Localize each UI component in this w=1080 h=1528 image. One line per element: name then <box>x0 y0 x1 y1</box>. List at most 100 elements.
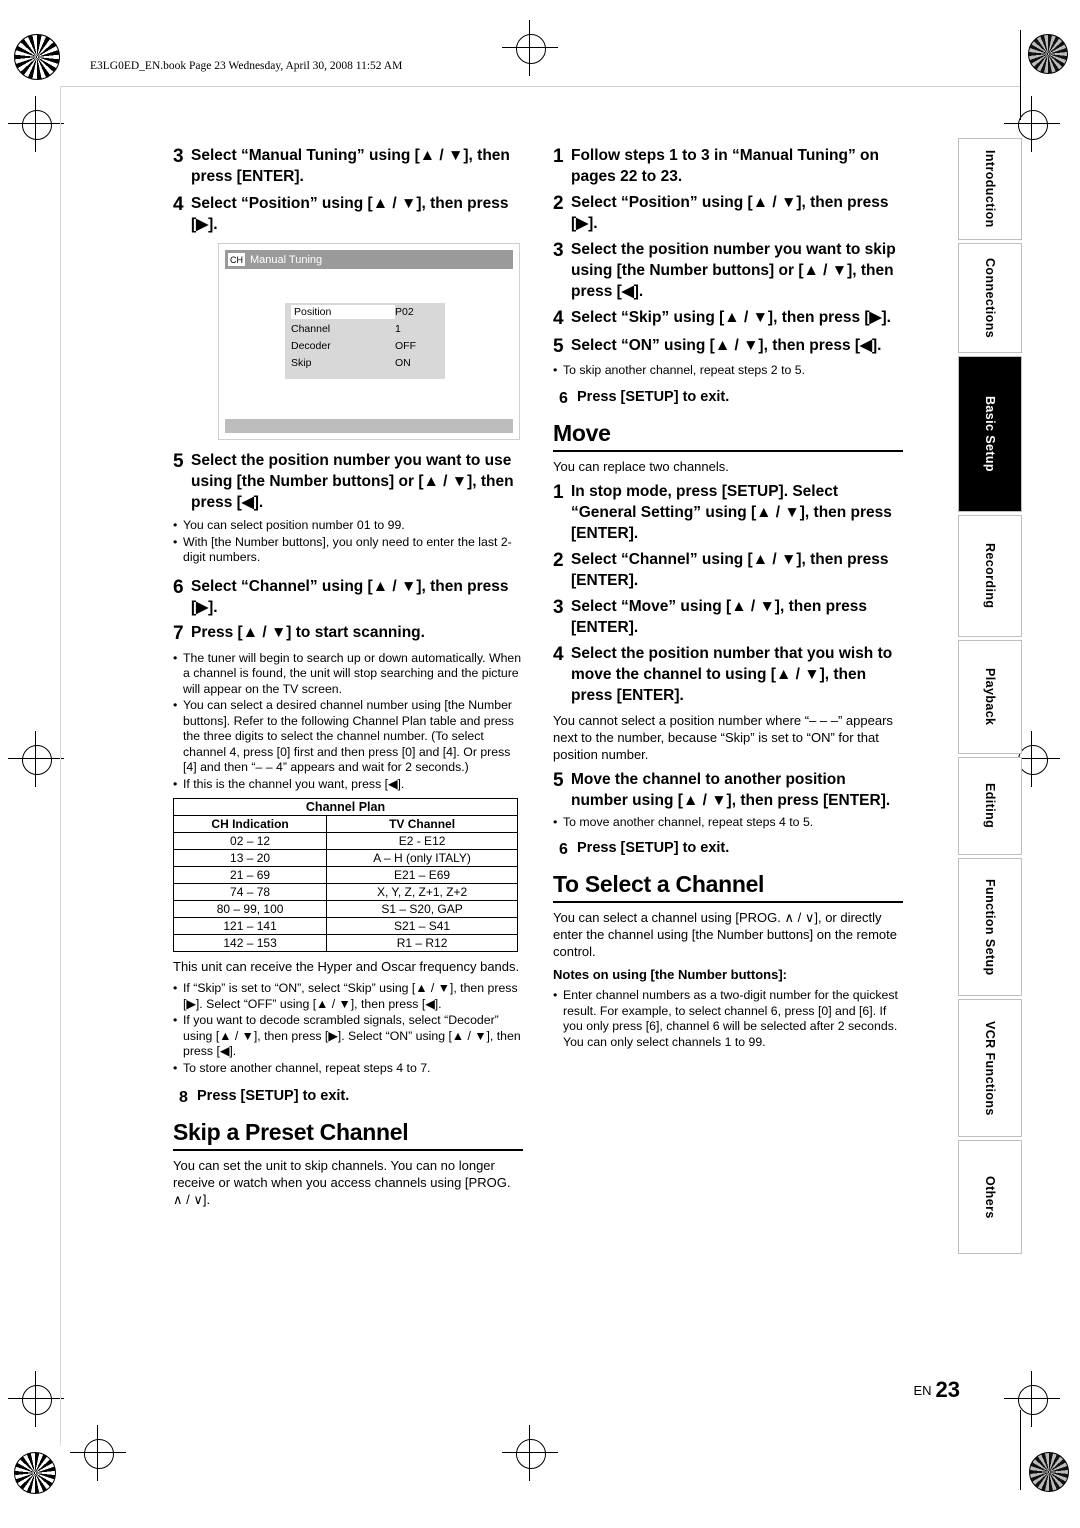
crosshair-top-left <box>22 110 52 140</box>
left-column: 3 Select “Manual Tuning” using [▲ / ▼], … <box>172 145 523 1214</box>
table-row: CH Indication TV Channel <box>172 815 518 833</box>
table-cell: E21 – E69 <box>326 866 518 884</box>
bullet-list: • To move another channel, repeat steps 4… <box>553 815 903 831</box>
move-note: You cannot select a position number wher… <box>553 712 893 762</box>
bullet-dot: • <box>173 518 178 532</box>
osd-row-label: Decoder <box>291 339 331 352</box>
table-cell: E2 - E12 <box>326 832 518 850</box>
bullet-item: • You can select position number 01 to 99… <box>173 518 523 534</box>
step-text: In stop mode, press [SETUP]. Select “Gen… <box>571 482 892 542</box>
step-number: 4 <box>553 643 564 665</box>
sidebar-tab-playback[interactable]: Playback <box>958 640 1022 754</box>
crosshair-bottom-left-h <box>8 1398 64 1399</box>
bullet-list: • If “Skip” is set to “ON”, select “Skip”… <box>173 981 523 1076</box>
osd-screenshot: CH Manual Tuning Position P02 Channel 1 … <box>218 243 520 440</box>
step-text: Press [SETUP] to exit. <box>577 388 730 405</box>
crop-mark-top-right-v <box>1020 30 1021 120</box>
bullet-text: To skip another channel, repeat steps 2 … <box>563 363 805 377</box>
table-header-cell: CH Indication <box>172 815 328 833</box>
bullet-dot: • <box>553 988 558 1002</box>
step-item: 4 Select “Position” using [▲ / ▼], then … <box>173 193 523 235</box>
sidebar-tab-editing[interactable]: Editing <box>958 757 1022 855</box>
sidebar-tab-label: Introduction <box>983 150 997 228</box>
section-title-to-select-a-channel: To Select a Channel <box>553 871 903 903</box>
channel-plan-title: Channel Plan <box>173 798 518 816</box>
bullet-list: • Enter channel numbers as a two-digit nu… <box>553 988 903 1050</box>
osd-title-bar: CH Manual Tuning <box>225 250 513 269</box>
crosshair-bottom-right <box>1018 1385 1048 1415</box>
crosshair-bottom-left-2-v <box>97 1425 98 1481</box>
bullet-dot: • <box>173 1013 178 1027</box>
crosshair-top-center <box>516 34 546 64</box>
crosshair-bottom-center-v <box>529 1425 530 1481</box>
step-item: 3 Select “Move” using [▲ / ▼], then pres… <box>553 596 903 638</box>
section-title-move: Move <box>553 420 903 452</box>
crop-mark-bottom-right-v <box>1020 1410 1021 1490</box>
bullet-dot: • <box>173 776 178 791</box>
step-item: 4 Select the position number that you wi… <box>553 643 903 706</box>
sidebar-tab-label: Function Setup <box>983 878 997 976</box>
osd-title-text: Manual Tuning <box>250 253 323 266</box>
step-text: Select “Position” using [▲ / ▼], then pr… <box>571 194 889 232</box>
crosshair-bottom-left <box>22 1385 52 1415</box>
sidebar-tab-recording[interactable]: Recording <box>958 515 1022 637</box>
sidebar-tab-connections[interactable]: Connections <box>958 243 1022 353</box>
sidebar-tab-label: VCR Functions <box>983 1020 997 1116</box>
sidebar-tab-introduction[interactable]: Introduction <box>958 138 1022 240</box>
step-item: 1 Follow steps 1 to 3 in “Manual Tuning”… <box>553 145 903 187</box>
sidebar-tab-others[interactable]: Others <box>958 1140 1022 1254</box>
table-cell: 80 – 99, 100 <box>172 900 328 918</box>
bullet-item: • If “Skip” is set to “ON”, select “Skip”… <box>173 981 523 1012</box>
step-item: 8 Press [SETUP] to exit. <box>179 1086 523 1109</box>
bullet-item: • With [the Number buttons], you only nee… <box>173 535 523 566</box>
bullet-text: The tuner will begin to search up or dow… <box>183 650 522 696</box>
bullet-text: If this is the channel you want, press [… <box>183 776 405 791</box>
osd-bottom-bar <box>225 419 513 433</box>
step-item: 5 Select the position number you want to… <box>173 450 523 513</box>
osd-row-label: Position <box>291 304 395 319</box>
table-cell: S21 – S41 <box>326 917 518 935</box>
trim-left-v <box>60 86 61 1446</box>
bullet-item: • To move another channel, repeat steps 4… <box>553 815 903 831</box>
bullet-item: • To skip another channel, repeat steps 2… <box>553 363 903 379</box>
crosshair-bottom-center-h <box>502 1452 558 1453</box>
sidebar-tab-label: Playback <box>983 668 997 726</box>
table-row: 142 – 153 R1 – R12 <box>172 934 518 952</box>
table-row: 74 – 78 X, Y, Z, Z+1, Z+2 <box>172 883 518 901</box>
bullet-item: • If this is the channel you want, press … <box>173 777 523 793</box>
table-cell: 74 – 78 <box>172 883 328 901</box>
step-item: 5 Move the channel to another position n… <box>553 769 903 811</box>
bullet-list: • The tuner will begin to search up or do… <box>173 651 523 793</box>
step-number: 3 <box>173 146 184 167</box>
step-number: 1 <box>553 481 564 503</box>
step-number: 4 <box>553 308 564 329</box>
table-cell: 142 – 153 <box>172 934 328 952</box>
step-item: 3 Select the position number you want to… <box>553 239 903 302</box>
step-number: 5 <box>553 769 564 791</box>
osd-ch-badge: CH <box>228 253 245 266</box>
crosshair-bottom-left-2 <box>84 1439 114 1469</box>
sidebar-tab-label: Others <box>983 1175 997 1219</box>
sidebar-tab-vcr-functions[interactable]: VCR Functions <box>958 999 1022 1137</box>
sidebar-tab-function-setup[interactable]: Function Setup <box>958 858 1022 996</box>
section-intro-move: You can replace two channels. <box>553 458 729 474</box>
bullet-list: • You can select position number 01 to 99… <box>173 518 523 566</box>
sidebar-tab-label: Connections <box>983 257 997 339</box>
sidebar-tab-label: Editing <box>983 783 997 829</box>
step-text: Select the position number that you wish… <box>571 644 893 704</box>
sidebar-tab-basic-setup[interactable]: Basic Setup <box>958 356 1022 512</box>
step-number: 1 <box>553 146 564 167</box>
step-number: 6 <box>559 841 568 858</box>
step-text: Press [SETUP] to exit. <box>577 840 730 856</box>
step-number: 3 <box>553 596 564 618</box>
osd-row-value: P02 <box>395 305 414 318</box>
crosshair-mid-left-h <box>8 758 64 759</box>
bullet-text: Enter channel numbers as a two-digit num… <box>563 988 898 1049</box>
page-number: 23 <box>935 1377 960 1402</box>
step-item: 2 Select “Position” using [▲ / ▼], then … <box>553 192 903 234</box>
step-text: Move the channel to another position num… <box>571 770 891 809</box>
crosshair-bottom-left-v <box>35 1371 36 1427</box>
step-text: Select “Channel” using [▲ / ▼], then pre… <box>571 550 889 589</box>
table-cell: S1 – S20, GAP <box>326 900 518 918</box>
table-row: 80 – 99, 100 S1 – S20, GAP <box>172 900 518 918</box>
